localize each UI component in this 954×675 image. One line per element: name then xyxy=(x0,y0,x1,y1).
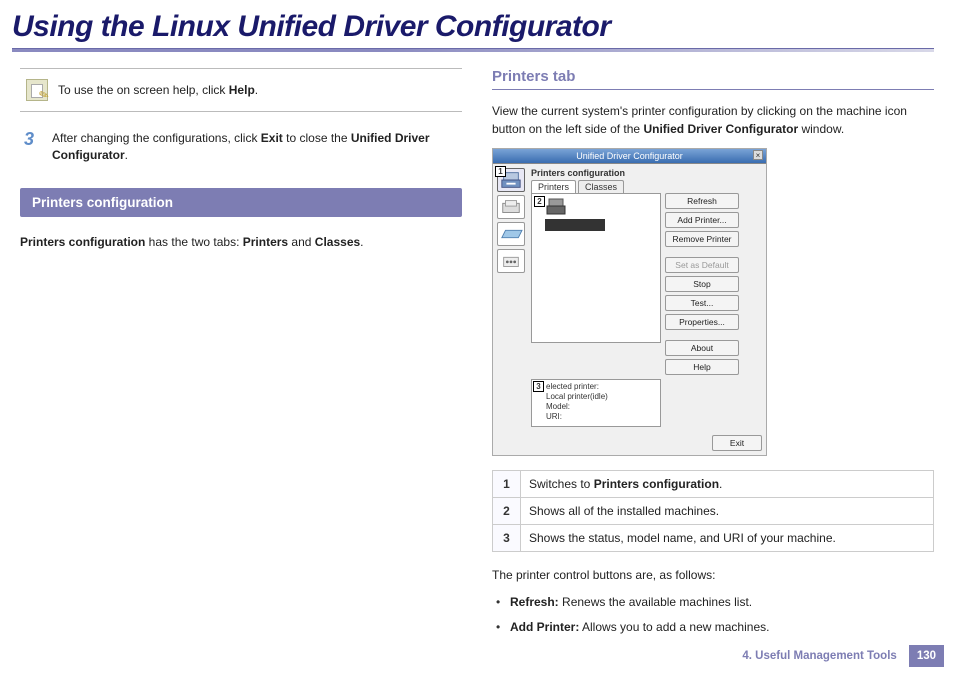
page-footer: 4. Useful Management Tools 130 xyxy=(736,645,944,667)
sidebar-scanner-icon xyxy=(497,222,525,246)
sub-head-printers-tab: Printers tab xyxy=(492,68,934,90)
close-icon: × xyxy=(753,150,763,160)
footer-chapter: 4. Useful Management Tools xyxy=(736,645,902,667)
selected-printer-info: 3 elected printer: Local printer(idle) M… xyxy=(531,379,661,427)
sidebar: 1 xyxy=(497,168,527,427)
legend-desc-1: Switches to Printers configuration. xyxy=(521,471,934,498)
tab-classes: Classes xyxy=(578,180,624,193)
legend-desc-3: Shows the status, model name, and URI of… xyxy=(521,525,934,552)
callout-2: 2 xyxy=(534,196,545,207)
sidebar-ports-icon xyxy=(497,249,525,273)
test-button: Test... xyxy=(665,295,739,311)
window-titlebar: Unified Driver Configurator × xyxy=(493,149,766,164)
list-item: Add Printer: Allows you to add a new mac… xyxy=(494,619,934,636)
left-column: To use the on screen help, click Help. 3… xyxy=(20,68,462,644)
printer-selection xyxy=(545,219,605,231)
printer-item: 2 xyxy=(535,197,657,217)
table-row: 1 Switches to Printers configuration. xyxy=(493,471,934,498)
tip-box: To use the on screen help, click Help. xyxy=(20,68,462,112)
sidebar-printers-icon: 1 xyxy=(497,168,525,192)
section-heading-printers-configuration: Printers configuration xyxy=(20,188,462,217)
printer-list: 2 xyxy=(531,193,661,343)
list-item: Refresh: Renews the available machines l… xyxy=(494,594,934,611)
stop-button: Stop xyxy=(665,276,739,292)
tab-printers: Printers xyxy=(531,180,576,193)
callout-1: 1 xyxy=(495,166,506,177)
section-intro: Printers configuration has the two tabs:… xyxy=(20,233,462,251)
note-icon xyxy=(26,79,48,101)
tabs: Printers Classes xyxy=(531,180,762,193)
remove-printer-button: Remove Printer xyxy=(665,231,739,247)
callout-legend-table: 1 Switches to Printers configuration. 2 … xyxy=(492,470,934,552)
sidebar-classes-icon xyxy=(497,195,525,219)
set-default-button: Set as Default xyxy=(665,257,739,273)
table-row: 3 Shows the status, model name, and URI … xyxy=(493,525,934,552)
legend-desc-2: Shows all of the installed machines. xyxy=(521,498,934,525)
window-title: Unified Driver Configurator xyxy=(576,151,683,161)
legend-num-2: 2 xyxy=(493,498,521,525)
step-3: 3 After changing the configurations, cli… xyxy=(20,130,462,164)
callout-3: 3 xyxy=(533,381,544,392)
control-buttons-intro: The printer control buttons are, as foll… xyxy=(492,566,934,584)
button-panel: Refresh Add Printer... Remove Printer Se… xyxy=(665,193,739,375)
help-button: Help xyxy=(665,359,739,375)
step-number: 3 xyxy=(20,130,38,148)
footer-page-number: 130 xyxy=(909,645,944,667)
legend-num-3: 3 xyxy=(493,525,521,552)
inner-title: Printers configuration xyxy=(531,168,762,178)
legend-num-1: 1 xyxy=(493,471,521,498)
tip-text: To use the on screen help, click Help. xyxy=(58,83,258,97)
printers-tab-intro: View the current system's printer config… xyxy=(492,102,934,138)
page-title: Using the Linux Unified Driver Configura… xyxy=(12,10,934,44)
properties-button: Properties... xyxy=(665,314,739,330)
add-printer-button: Add Printer... xyxy=(665,212,739,228)
refresh-button: Refresh xyxy=(665,193,739,209)
exit-button: Exit xyxy=(712,435,762,451)
about-button: About xyxy=(665,340,739,356)
control-buttons-list: Refresh: Renews the available machines l… xyxy=(492,594,934,636)
table-row: 2 Shows all of the installed machines. xyxy=(493,498,934,525)
screenshot-unified-driver-configurator: Unified Driver Configurator × 1 xyxy=(492,148,767,456)
step-body: After changing the configurations, click… xyxy=(52,130,462,164)
right-column: Printers tab View the current system's p… xyxy=(492,68,934,644)
